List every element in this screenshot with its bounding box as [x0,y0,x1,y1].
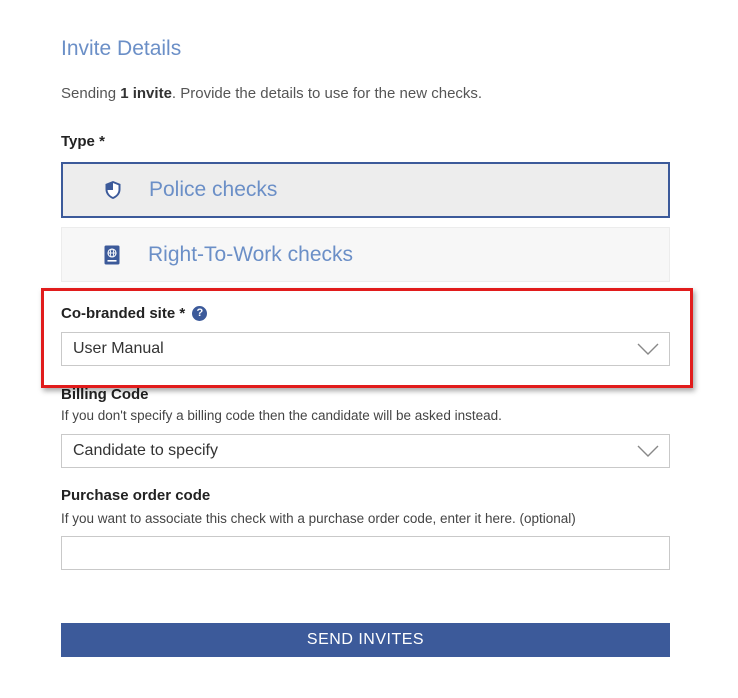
type-option-right-to-work[interactable]: Right-To-Work checks [61,227,670,282]
billing-code-label: Billing Code [61,386,149,403]
type-option-police-checks[interactable]: Police checks [61,162,670,218]
chevron-down-icon [637,341,659,362]
billing-code-select[interactable]: Candidate to specify [61,434,670,468]
cobranded-site-select[interactable]: User Manual [61,332,670,366]
type-option-label: Police checks [149,178,278,201]
cobranded-site-label-text: Co-branded site * [61,305,186,322]
help-icon[interactable]: ? [192,305,208,321]
purchase-order-help: If you want to associate this check with… [61,511,576,526]
intro-text: Sending 1 invite. Provide the details to… [61,85,482,102]
purchase-order-label: Purchase order code [61,487,211,504]
cobranded-site-value: User Manual [73,340,164,357]
billing-code-help: If you don't specify a billing code then… [61,408,502,423]
passport-icon [100,243,124,267]
intro-prefix: Sending [61,85,121,102]
billing-code-value: Candidate to specify [73,442,218,459]
send-invites-button[interactable]: SEND INVITES [61,623,670,657]
type-label: Type * [61,133,105,150]
intro-suffix: . Provide the details to use for the new… [171,85,483,102]
cobranded-site-label: Co-branded site * ? [61,305,208,322]
purchase-order-input[interactable] [61,536,670,570]
chevron-down-icon [637,443,659,464]
invite-count: 1 invite [120,85,172,102]
shield-icon [101,178,125,202]
page-title: Invite Details [61,37,182,60]
type-option-label: Right-To-Work checks [148,242,353,266]
